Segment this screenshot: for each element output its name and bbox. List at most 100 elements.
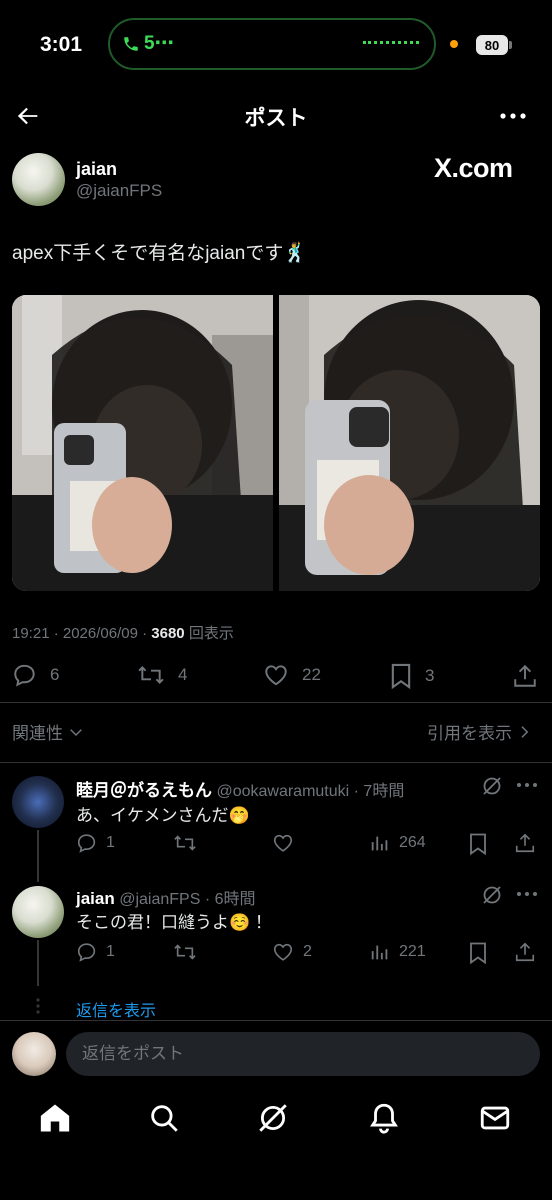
- post-timestamp: 19:21 · 2026/06/09 ·: [12, 625, 152, 642]
- share-button[interactable]: [512, 662, 538, 690]
- reply-author-name[interactable]: 睦月＠がるえもん: [76, 781, 212, 800]
- view-count: 221: [399, 943, 426, 960]
- post-meta: 19:21 · 2026/06/09 · 3680 回表示: [12, 622, 234, 643]
- repost-button[interactable]: 4: [136, 662, 187, 688]
- reply-button[interactable]: 6: [12, 662, 59, 688]
- view-quotes-link[interactable]: 引用を表示: [427, 719, 532, 744]
- nav-home-button[interactable]: [38, 1101, 72, 1135]
- arrow-left-icon: [17, 107, 38, 125]
- reply-bookmark-button[interactable]: [468, 832, 488, 856]
- battery-indicator: 80: [476, 35, 508, 55]
- reply-views-button[interactable]: 264: [369, 832, 426, 854]
- nav-messages-button[interactable]: [478, 1101, 512, 1135]
- reply-repost-button[interactable]: [172, 832, 206, 854]
- reply-author-name[interactable]: jaian: [76, 889, 115, 908]
- more-options-button[interactable]: [498, 104, 528, 128]
- show-replies-link[interactable]: 返信を表示: [76, 997, 156, 1021]
- bookmark-icon: [470, 942, 486, 965]
- analytics-icon: [371, 836, 388, 851]
- privacy-indicator: [450, 40, 458, 48]
- like-count: 2: [303, 943, 312, 960]
- grok-button[interactable]: [480, 774, 504, 798]
- reply-like-button[interactable]: 2: [271, 941, 312, 963]
- grok-icon: [483, 777, 501, 795]
- reply-bookmark-button[interactable]: [468, 941, 488, 965]
- phone-icon: [122, 35, 140, 53]
- bell-icon: [370, 1103, 398, 1134]
- page-title: ポスト: [244, 107, 308, 130]
- author-name[interactable]: jaian: [76, 159, 117, 180]
- mail-icon: [480, 1106, 510, 1130]
- photo-illustration: [279, 295, 540, 591]
- reply-input[interactable]: [66, 1032, 540, 1076]
- bookmark-button[interactable]: 3: [389, 662, 434, 690]
- divider: [0, 762, 552, 763]
- reply-like-button[interactable]: [271, 832, 303, 854]
- thread-continuation-dots: [36, 998, 40, 1019]
- like-count: 22: [302, 665, 321, 684]
- reply-share-button[interactable]: [514, 940, 536, 964]
- reply-views-button[interactable]: 221: [369, 941, 426, 963]
- more-horizontal-icon: [517, 783, 537, 787]
- reply-avatar[interactable]: [12, 886, 64, 938]
- reply-author-handle[interactable]: @ookawaramutuki · 7時間: [216, 783, 404, 800]
- reply-author-handle[interactable]: @jaianFPS · 6時間: [119, 891, 255, 908]
- more-horizontal-icon: [517, 892, 537, 896]
- reply-count: 1: [106, 834, 115, 851]
- reply-text: あ、イケメンさんだ🤭: [76, 806, 250, 825]
- view-label: 回表示: [184, 625, 234, 642]
- reply-repost-button[interactable]: [172, 941, 206, 963]
- reply-icon: [77, 943, 96, 962]
- view-count: 264: [399, 834, 426, 851]
- back-button[interactable]: [14, 102, 42, 130]
- reply-more-button[interactable]: [516, 887, 538, 901]
- reply-count: 6: [50, 665, 60, 684]
- like-button[interactable]: 22: [262, 662, 321, 688]
- repost-icon: [138, 666, 164, 684]
- grok-button[interactable]: [480, 883, 504, 907]
- thread-line: [37, 940, 39, 986]
- share-icon: [515, 833, 535, 853]
- bookmark-icon: [470, 833, 486, 856]
- reply-count: 1: [106, 943, 115, 960]
- reply-text: そこの君！口縫うよ☺️ ！: [76, 913, 272, 932]
- divider: [0, 1020, 552, 1021]
- nav-search-button[interactable]: [147, 1101, 181, 1135]
- bookmark-icon: [391, 663, 411, 690]
- reply-share-button[interactable]: [514, 831, 536, 855]
- reply-header: jaian @jaianFPS · 6時間: [76, 885, 256, 909]
- sort-dropdown[interactable]: 関連性: [12, 719, 85, 744]
- xcom-watermark: X.com: [434, 153, 513, 183]
- reply-avatar[interactable]: [12, 776, 64, 828]
- status-time: 3:01: [40, 33, 83, 56]
- grok-icon: [259, 1104, 287, 1132]
- heart-icon: [273, 834, 293, 852]
- repost-icon: [174, 835, 196, 851]
- thread-line: [37, 830, 39, 882]
- heart-icon: [273, 943, 293, 961]
- call-duration: 5⋯: [144, 33, 174, 54]
- reply-reply-button[interactable]: 1: [76, 832, 115, 854]
- post-photo[interactable]: [279, 295, 540, 591]
- reply-icon: [77, 834, 96, 853]
- reply-more-button[interactable]: [516, 778, 538, 792]
- post-photo[interactable]: [12, 295, 273, 591]
- nav-notifications-button[interactable]: [367, 1101, 401, 1135]
- divider: [0, 702, 552, 703]
- share-icon: [515, 942, 535, 962]
- quotes-label: 引用を表示: [427, 724, 512, 743]
- view-count[interactable]: 3680: [151, 625, 184, 642]
- photo-illustration: [12, 295, 273, 591]
- call-indicator[interactable]: 5⋯: [122, 32, 174, 55]
- my-avatar[interactable]: [12, 1032, 56, 1076]
- author-handle[interactable]: @jaianFPS: [76, 181, 162, 201]
- chevron-right-icon: [521, 725, 529, 738]
- grok-icon: [483, 886, 501, 904]
- chevron-down-icon: [70, 728, 82, 736]
- reply-reply-button[interactable]: 1: [76, 941, 115, 963]
- post-text: apex下手くそで有名なjaianです🕺: [12, 243, 308, 264]
- reply-header: 睦月＠がるえもん @ookawaramutuki · 7時間: [76, 776, 404, 801]
- author-avatar[interactable]: [12, 153, 65, 206]
- analytics-icon: [371, 945, 388, 960]
- nav-grok-button[interactable]: [256, 1101, 290, 1135]
